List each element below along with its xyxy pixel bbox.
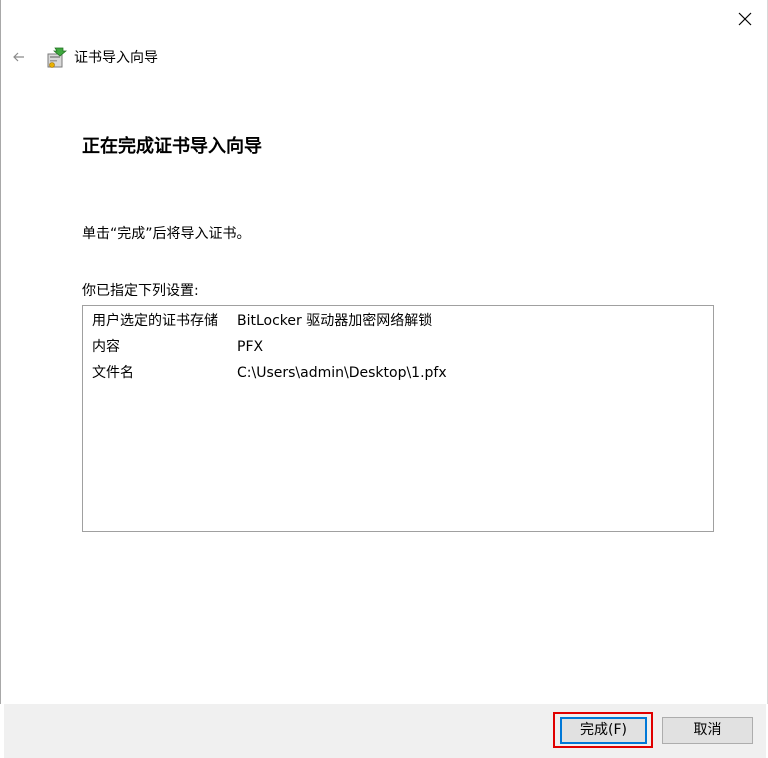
certificate-import-wizard-window: 证书导入向导 正在完成证书导入向导 单击“完成”后将导入证书。 你已指定下列设置… xyxy=(0,0,768,758)
close-icon xyxy=(738,12,752,26)
settings-key: 文件名 xyxy=(92,365,134,381)
settings-list[interactable]: 用户选定的证书存储 BitLocker 驱动器加密网络解锁 内容 PFX 文件名… xyxy=(82,305,714,532)
instruction-text: 单击“完成”后将导入证书。 xyxy=(82,226,251,242)
certificate-wizard-icon xyxy=(45,46,67,70)
settings-value: BitLocker 驱动器加密网络解锁 xyxy=(237,313,433,329)
settings-key: 内容 xyxy=(92,339,120,355)
settings-label: 你已指定下列设置: xyxy=(82,283,199,299)
finish-button[interactable]: 完成(F) xyxy=(560,717,647,744)
page-heading: 正在完成证书导入向导 xyxy=(82,136,262,157)
settings-value: C:\Users\admin\Desktop\1.pfx xyxy=(237,365,447,381)
back-arrow-icon xyxy=(13,52,24,62)
settings-value: PFX xyxy=(237,339,264,355)
cancel-button[interactable]: 取消 xyxy=(662,717,753,744)
back-button[interactable] xyxy=(8,46,30,68)
close-button[interactable] xyxy=(722,0,768,38)
window-left-border xyxy=(0,0,1,704)
wizard-title: 证书导入向导 xyxy=(74,50,158,66)
settings-key: 用户选定的证书存储 xyxy=(92,313,218,329)
